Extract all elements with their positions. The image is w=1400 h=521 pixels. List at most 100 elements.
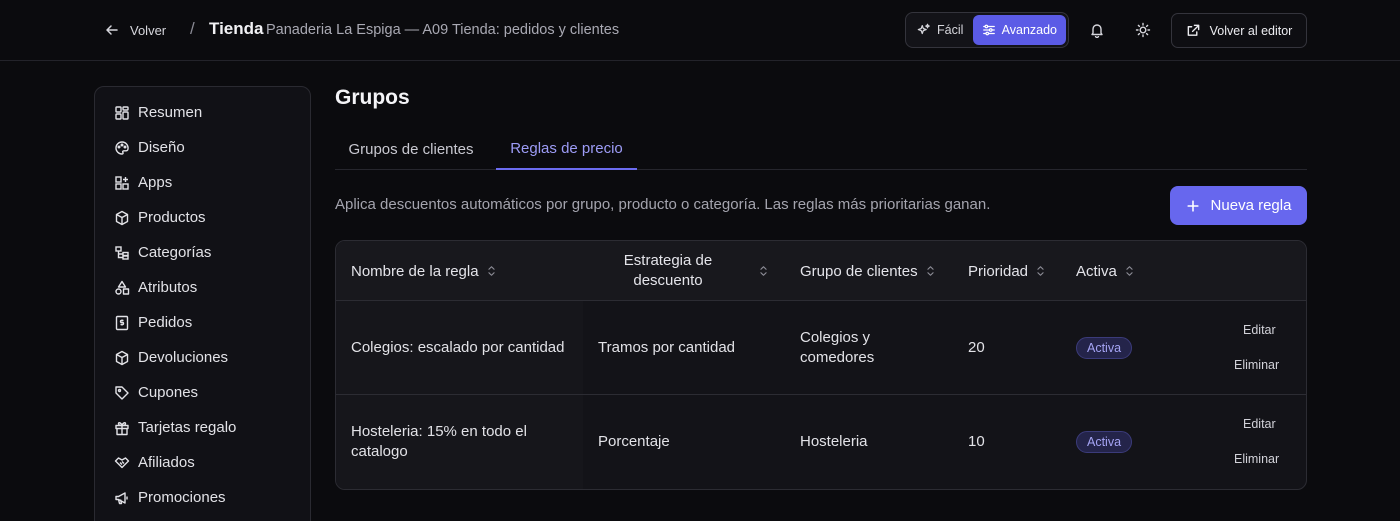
external-link-icon: [1187, 24, 1200, 36]
dashboard-icon: [115, 105, 129, 120]
back-button[interactable]: Volver: [104, 19, 166, 41]
mode-advanced-label: Avanzado: [1001, 23, 1057, 37]
rule-name-cell: Colegios: escalado por cantidad: [351, 339, 565, 356]
sidebar-item-label: Afiliados: [138, 454, 195, 471]
strategy-cell: Tramos por cantidad: [598, 339, 736, 356]
plus-icon: [1186, 199, 1199, 212]
box-return-icon: [115, 350, 129, 365]
column-header-label: Activa: [1076, 262, 1117, 280]
edit-rule-button[interactable]: Editar: [1243, 323, 1276, 337]
bell-icon: [1091, 24, 1103, 38]
sidebar-item-promociones[interactable]: Promociones: [95, 480, 310, 515]
sidebar-item-label: Tarjetas regalo: [138, 419, 237, 436]
sidebar-item-label: Categorías: [138, 244, 212, 261]
rule-name-cell: Hosteleria: 15% en todo el catalogo: [351, 423, 527, 460]
sidebar-item-apps[interactable]: Apps: [95, 165, 310, 200]
sun-icon: [1135, 22, 1151, 38]
column-header-label: Prioridad: [968, 262, 1029, 280]
palette-icon: [115, 140, 129, 155]
notifications-button[interactable]: [1085, 18, 1109, 42]
column-header-active[interactable]: Activa: [1076, 241, 1134, 301]
breadcrumb-section: Tienda: [209, 19, 264, 38]
sidebar-item-tarjetas-regalo[interactable]: Tarjetas regalo: [95, 410, 310, 445]
sidebar-item-cupones[interactable]: Cupones: [95, 375, 310, 410]
breadcrumb-separator: /: [190, 19, 195, 38]
sidebar-item-diseno[interactable]: Diseño: [95, 130, 310, 165]
column-header-name[interactable]: Nombre de la regla: [351, 241, 496, 301]
sidebar-item-afiliados[interactable]: Afiliados: [95, 445, 310, 480]
edit-rule-button[interactable]: Editar: [1243, 417, 1276, 431]
page-title: Grupos: [335, 86, 410, 109]
table-row: Hosteleria: 15% en todo el catalogo Porc…: [336, 395, 1306, 489]
tab-reglas-de-precio[interactable]: Reglas de precio: [496, 128, 637, 170]
column-header-label: Grupo de clientes: [800, 262, 918, 280]
table-row: Colegios: escalado por cantidad Tramos p…: [336, 301, 1306, 395]
back-to-editor-button[interactable]: Volver al editor: [1171, 13, 1307, 48]
handshake-icon: [114, 456, 130, 468]
mode-advanced-button[interactable]: Avanzado: [972, 15, 1066, 45]
sidebar-item-label: Diseño: [138, 139, 185, 156]
top-bar: Volver / Tienda Panaderia La Espiga — A0…: [0, 0, 1400, 61]
sidebar-item-label: Devoluciones: [138, 349, 229, 366]
column-header-label: Nombre de la regla: [351, 262, 479, 280]
sort-icon: [487, 266, 495, 276]
delete-rule-button[interactable]: Eliminar: [1234, 358, 1279, 372]
category-icon: [115, 245, 129, 260]
table-header: Nombre de la regla Estrategia de descuen…: [336, 241, 1306, 301]
tag-icon: [115, 385, 129, 400]
status-badge: Activa: [1076, 337, 1133, 359]
sidebar: Resumen Diseño Apps Productos Categorías…: [94, 86, 311, 521]
megaphone-icon: [115, 491, 128, 504]
customer-group-cell: Hosteleria: [800, 433, 868, 450]
sidebar-item-label: Promociones: [138, 489, 226, 506]
box-icon: [115, 210, 129, 225]
sort-icon: [926, 266, 934, 276]
gift-icon: [115, 421, 129, 435]
mode-easy-button[interactable]: Fácil: [908, 15, 973, 45]
arrow-left-icon: [106, 25, 118, 35]
new-rule-button[interactable]: Nueva regla: [1170, 186, 1307, 225]
mode-toggle: Fácil Avanzado: [905, 12, 1069, 48]
sidebar-item-devoluciones[interactable]: Devoluciones: [95, 340, 310, 375]
status-badge: Activa: [1076, 431, 1133, 453]
priority-cell: 20: [968, 339, 985, 356]
tab-bar: Grupos de clientes Reglas de precio: [335, 128, 1307, 170]
price-rules-table: Nombre de la regla Estrategia de descuen…: [335, 240, 1307, 490]
tab-grupos-de-clientes[interactable]: Grupos de clientes: [335, 128, 487, 170]
theme-toggle-button[interactable]: [1131, 18, 1155, 42]
column-header-priority[interactable]: Prioridad: [968, 241, 1045, 301]
sparkles-icon: [917, 23, 930, 35]
breadcrumb-store-name: Panaderia La Espiga — A09 Tienda: pedido…: [266, 22, 620, 38]
priority-cell: 10: [968, 433, 985, 450]
sidebar-item-pedidos[interactable]: Pedidos: [95, 305, 310, 340]
mode-easy-label: Fácil: [937, 23, 964, 37]
sidebar-item-label: Cupones: [138, 384, 199, 401]
tab-label: Grupos de clientes: [348, 140, 474, 158]
sidebar-item-resumen[interactable]: Resumen: [95, 95, 310, 130]
column-header-label: Estrategia de descuento: [623, 252, 713, 289]
shapes-icon: [115, 280, 130, 295]
sort-icon: [760, 266, 767, 276]
sidebar-item-atributos[interactable]: Atributos: [95, 270, 310, 305]
back-to-editor-label: Volver al editor: [1209, 23, 1293, 38]
sidebar-item-label: Atributos: [138, 279, 198, 296]
delete-rule-button[interactable]: Eliminar: [1234, 452, 1279, 466]
section-description: Aplica descuentos automáticos por grupo,…: [335, 196, 991, 213]
sidebar-item-label: Productos: [138, 209, 206, 226]
column-header-strategy[interactable]: Estrategia de descuento: [598, 241, 768, 301]
sort-icon: [1037, 266, 1044, 276]
back-label: Volver: [130, 22, 167, 38]
strategy-cell: Porcentaje: [598, 433, 670, 450]
sidebar-item-label: Apps: [138, 174, 173, 191]
column-header-group[interactable]: Grupo de clientes: [800, 241, 935, 301]
sidebar-item-label: Pedidos: [138, 314, 193, 331]
sidebar-item-productos[interactable]: Productos: [95, 200, 310, 235]
apps-icon: [115, 175, 129, 190]
sliders-icon: [982, 24, 995, 36]
sidebar-item-categorias[interactable]: Categorías: [95, 235, 310, 270]
new-rule-label: Nueva regla: [1210, 197, 1292, 214]
customer-group-cell: Colegios y comedores: [800, 329, 875, 366]
sort-icon: [1126, 266, 1133, 276]
receipt-icon: [115, 315, 129, 330]
sidebar-item-label: Resumen: [138, 104, 203, 121]
